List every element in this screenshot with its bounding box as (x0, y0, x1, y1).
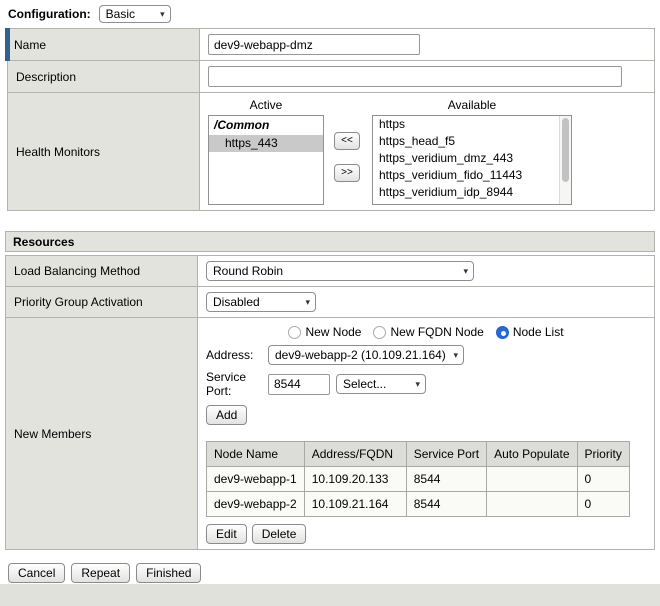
new-members-row: New Members New Node New FQDN Node Node … (6, 318, 655, 550)
member-service-port: 8544 (406, 492, 486, 517)
scrollbar[interactable] (559, 116, 571, 204)
radio-unselected-icon (288, 326, 301, 339)
member-address-fqdn: 10.109.21.164 (304, 492, 406, 517)
member-auto-populate (487, 467, 577, 492)
active-monitor-item[interactable]: https_443 (209, 135, 323, 152)
monitor-move-buttons: << >> (334, 132, 360, 182)
footer-band (0, 584, 660, 606)
address-field-row: Address: dev9-webapp-2 (10.109.21.164) ▾ (206, 345, 646, 365)
member-row[interactable]: dev9-webapp-2 10.109.21.164 8544 0 (207, 492, 630, 517)
new-members-label: New Members (6, 318, 198, 550)
member-row[interactable]: dev9-webapp-1 10.109.20.133 8544 0 (207, 467, 630, 492)
add-button[interactable]: Add (206, 405, 247, 425)
finished-button[interactable]: Finished (136, 563, 201, 583)
radio-new-fqdn-node[interactable]: New FQDN Node (373, 325, 483, 339)
description-row: Description (8, 61, 655, 93)
address-label: Address: (206, 348, 268, 362)
available-monitor-item[interactable]: https_veridium_fido_11443 (373, 167, 559, 184)
members-table: Node Name Address/FQDN Service Port Auto… (206, 441, 630, 517)
description-label: Description (8, 61, 200, 93)
delete-button[interactable]: Delete (252, 524, 307, 544)
resources-section-header: Resources (5, 231, 655, 252)
configuration-label: Configuration: (8, 7, 91, 21)
scrollbar-thumb[interactable] (562, 118, 569, 182)
radio-node-list-label: Node List (513, 325, 564, 339)
active-list-title: Active (208, 98, 324, 115)
health-monitors-row: Health Monitors Active /Common https_443… (8, 93, 655, 211)
load-balancing-method-label: Load Balancing Method (6, 256, 198, 287)
load-balancing-method-value: Round Robin (213, 264, 283, 278)
load-balancing-method-row: Load Balancing Method Round Robin ▾ (6, 256, 655, 287)
members-col-address-fqdn: Address/FQDN (304, 442, 406, 467)
radio-unselected-icon (373, 326, 386, 339)
member-node-name[interactable]: dev9-webapp-2 (207, 492, 305, 517)
priority-group-activation-select[interactable]: Disabled ▾ (206, 292, 316, 312)
member-address-fqdn: 10.109.20.133 (304, 467, 406, 492)
radio-new-node[interactable]: New Node (288, 325, 361, 339)
service-port-select[interactable]: Select... ▾ (336, 374, 426, 394)
priority-group-activation-value: Disabled (213, 295, 260, 309)
move-to-active-button[interactable]: << (334, 132, 360, 150)
members-col-service-port: Service Port (406, 442, 486, 467)
resources-table: Load Balancing Method Round Robin ▾ Prio… (5, 255, 655, 550)
service-port-input[interactable] (268, 374, 330, 395)
configuration-select-value: Basic (106, 7, 135, 21)
monitor-partition-group: /Common (209, 116, 323, 135)
description-input[interactable] (208, 66, 622, 87)
available-monitors-listbox[interactable]: https https_head_f5 https_veridium_dmz_4… (372, 115, 572, 205)
cancel-button[interactable]: Cancel (8, 563, 65, 583)
radio-new-node-label: New Node (305, 325, 361, 339)
priority-group-activation-label: Priority Group Activation (6, 287, 198, 318)
load-balancing-method-select[interactable]: Round Robin ▾ (206, 261, 474, 281)
pool-configuration-page: Configuration: Basic ▾ Name Description … (0, 0, 660, 606)
members-table-header-row: Node Name Address/FQDN Service Port Auto… (207, 442, 630, 467)
member-node-name[interactable]: dev9-webapp-1 (207, 467, 305, 492)
address-select[interactable]: dev9-webapp-2 (10.109.21.164) ▾ (268, 345, 464, 365)
available-monitor-item[interactable]: https_veridium_dmz_443 (373, 150, 559, 167)
active-monitors-listbox[interactable]: /Common https_443 (208, 115, 324, 205)
member-priority: 0 (577, 467, 629, 492)
members-col-auto-populate: Auto Populate (487, 442, 577, 467)
node-type-radio-group: New Node New FQDN Node Node List (206, 325, 646, 339)
name-input[interactable] (208, 34, 420, 55)
name-row: Name (8, 29, 655, 61)
radio-node-list[interactable]: Node List (496, 325, 564, 339)
service-port-field-row: Service Port: Select... ▾ (206, 370, 646, 398)
member-actions: Edit Delete (206, 524, 646, 544)
available-monitor-item[interactable]: https (373, 116, 559, 133)
priority-group-activation-row: Priority Group Activation Disabled ▾ (6, 287, 655, 318)
member-auto-populate (487, 492, 577, 517)
general-properties-table: Name Description Health Monitors Active … (5, 28, 655, 211)
name-label: Name (8, 29, 200, 61)
health-monitors-picker: Active /Common https_443 << >> Available (208, 98, 646, 205)
form-action-buttons: Cancel Repeat Finished (8, 563, 660, 583)
chevron-down-icon: ▾ (305, 297, 310, 308)
resources-section-title: Resources (13, 235, 74, 249)
chevron-down-icon: ▾ (415, 379, 420, 390)
available-list-title: Available (372, 98, 572, 115)
radio-selected-icon (496, 326, 509, 339)
chevron-down-icon: ▾ (453, 350, 458, 361)
radio-new-fqdn-node-label: New FQDN Node (390, 325, 483, 339)
edit-button[interactable]: Edit (206, 524, 247, 544)
configuration-select[interactable]: Basic ▾ (99, 5, 171, 23)
chevron-down-icon: ▾ (160, 9, 165, 20)
members-col-node-name: Node Name (207, 442, 305, 467)
configuration-bar: Configuration: Basic ▾ (0, 0, 660, 28)
member-priority: 0 (577, 492, 629, 517)
address-select-value: dev9-webapp-2 (10.109.21.164) (275, 348, 446, 362)
repeat-button[interactable]: Repeat (71, 563, 130, 583)
service-port-select-value: Select... (343, 377, 386, 391)
chevron-down-icon: ▾ (463, 266, 468, 277)
members-col-priority: Priority (577, 442, 629, 467)
member-service-port: 8544 (406, 467, 486, 492)
move-to-available-button[interactable]: >> (334, 164, 360, 182)
service-port-label: Service Port: (206, 370, 268, 398)
available-monitor-item[interactable]: https_veridium_idp_8944 (373, 184, 559, 201)
available-monitor-item[interactable]: https_head_f5 (373, 133, 559, 150)
health-monitors-label: Health Monitors (8, 93, 200, 211)
